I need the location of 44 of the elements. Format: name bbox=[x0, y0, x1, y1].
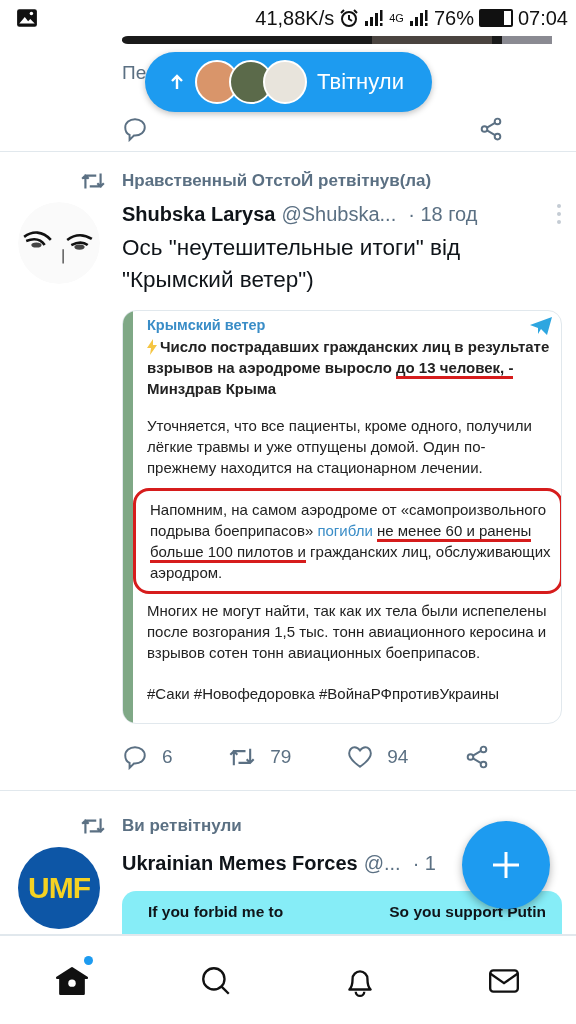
retweet-count: 79 bbox=[270, 746, 292, 768]
heart-icon[interactable] bbox=[347, 745, 374, 769]
author-handle: @Shubska... bbox=[281, 202, 397, 226]
image-icon bbox=[16, 8, 38, 28]
avatar bbox=[263, 60, 307, 104]
like-count: 94 bbox=[387, 746, 409, 768]
post-paragraph: Уточняется, что все пациенты, кроме одного, получили лёгкие травмы и уже отпущены домой. Один по-прежнему находится на стационарном лечении. bbox=[147, 416, 533, 478]
reply-icon[interactable] bbox=[122, 116, 148, 142]
author-name[interactable]: Ukrainian Memes Forces bbox=[122, 851, 358, 875]
signal-icon bbox=[364, 9, 385, 27]
tweet-time: · 1 bbox=[412, 851, 436, 875]
author-handle: @... bbox=[363, 851, 401, 875]
lightning-icon bbox=[147, 339, 157, 355]
post-paragraph: #Саки #Новофедоровка #ВойнаРФпротивУкраины bbox=[147, 684, 501, 704]
up-arrow-icon bbox=[169, 73, 185, 91]
retweet-icon bbox=[80, 170, 106, 192]
battery-icon bbox=[478, 9, 513, 27]
network-type: 4G bbox=[389, 12, 404, 24]
tweet-time: · 18 год bbox=[408, 202, 478, 226]
plus-icon bbox=[491, 850, 521, 880]
channel-name: Крымский ветер bbox=[147, 316, 266, 335]
tweet-text: Пе bbox=[122, 62, 147, 83]
retweet-label: Ви ретвітнули bbox=[122, 816, 242, 836]
logo-avatar[interactable]: UMF bbox=[18, 847, 100, 929]
reply-count: 6 bbox=[162, 746, 173, 768]
retweet-icon bbox=[80, 815, 106, 837]
network-speed: 41,88K/s bbox=[255, 6, 335, 30]
tweet-text: Ось "неутешительные итоги" від "Крымский ветер") bbox=[122, 234, 462, 294]
meme-caption: If you forbid me to bbox=[148, 903, 284, 922]
clock: 07:04 bbox=[517, 6, 568, 30]
author-name[interactable]: Shubska Larysa bbox=[122, 202, 276, 226]
battery-percent: 76% bbox=[433, 6, 474, 30]
meme-image[interactable]: If you forbid me to So you support Putin bbox=[122, 891, 562, 934]
circled-paragraph: Напомним, на самом аэродроме от «самопроизвольного подрыва боеприпасов» погибли не менее 60 и ранены больше 100 пилотов и гражданских лиц, обслуживающих аэродром. bbox=[150, 500, 552, 583]
signal-icon bbox=[408, 9, 429, 27]
post-paragraph: Число пострадавших гражданских лиц в результате взрывов на аэродроме выросло до 13 человек, - Минздрав Крыма bbox=[147, 337, 551, 399]
post-paragraph: Многих не могут найти, так как их тела были испепелены после возгорания 1,5 тыс. тонн авиационного керосина и взрывов сотен тонн авиационных боеприпасов. bbox=[147, 601, 548, 663]
post-screenshot[interactable] bbox=[122, 310, 562, 724]
retweet-label: Нравственный ОтстоЙ ретвітнув(ла) bbox=[122, 171, 432, 191]
reply-icon[interactable] bbox=[122, 744, 148, 770]
share-icon[interactable] bbox=[478, 116, 504, 142]
paper-plane-icon bbox=[529, 315, 553, 336]
meme-caption: So you support Putin bbox=[389, 903, 546, 922]
alarm-icon bbox=[339, 8, 360, 28]
